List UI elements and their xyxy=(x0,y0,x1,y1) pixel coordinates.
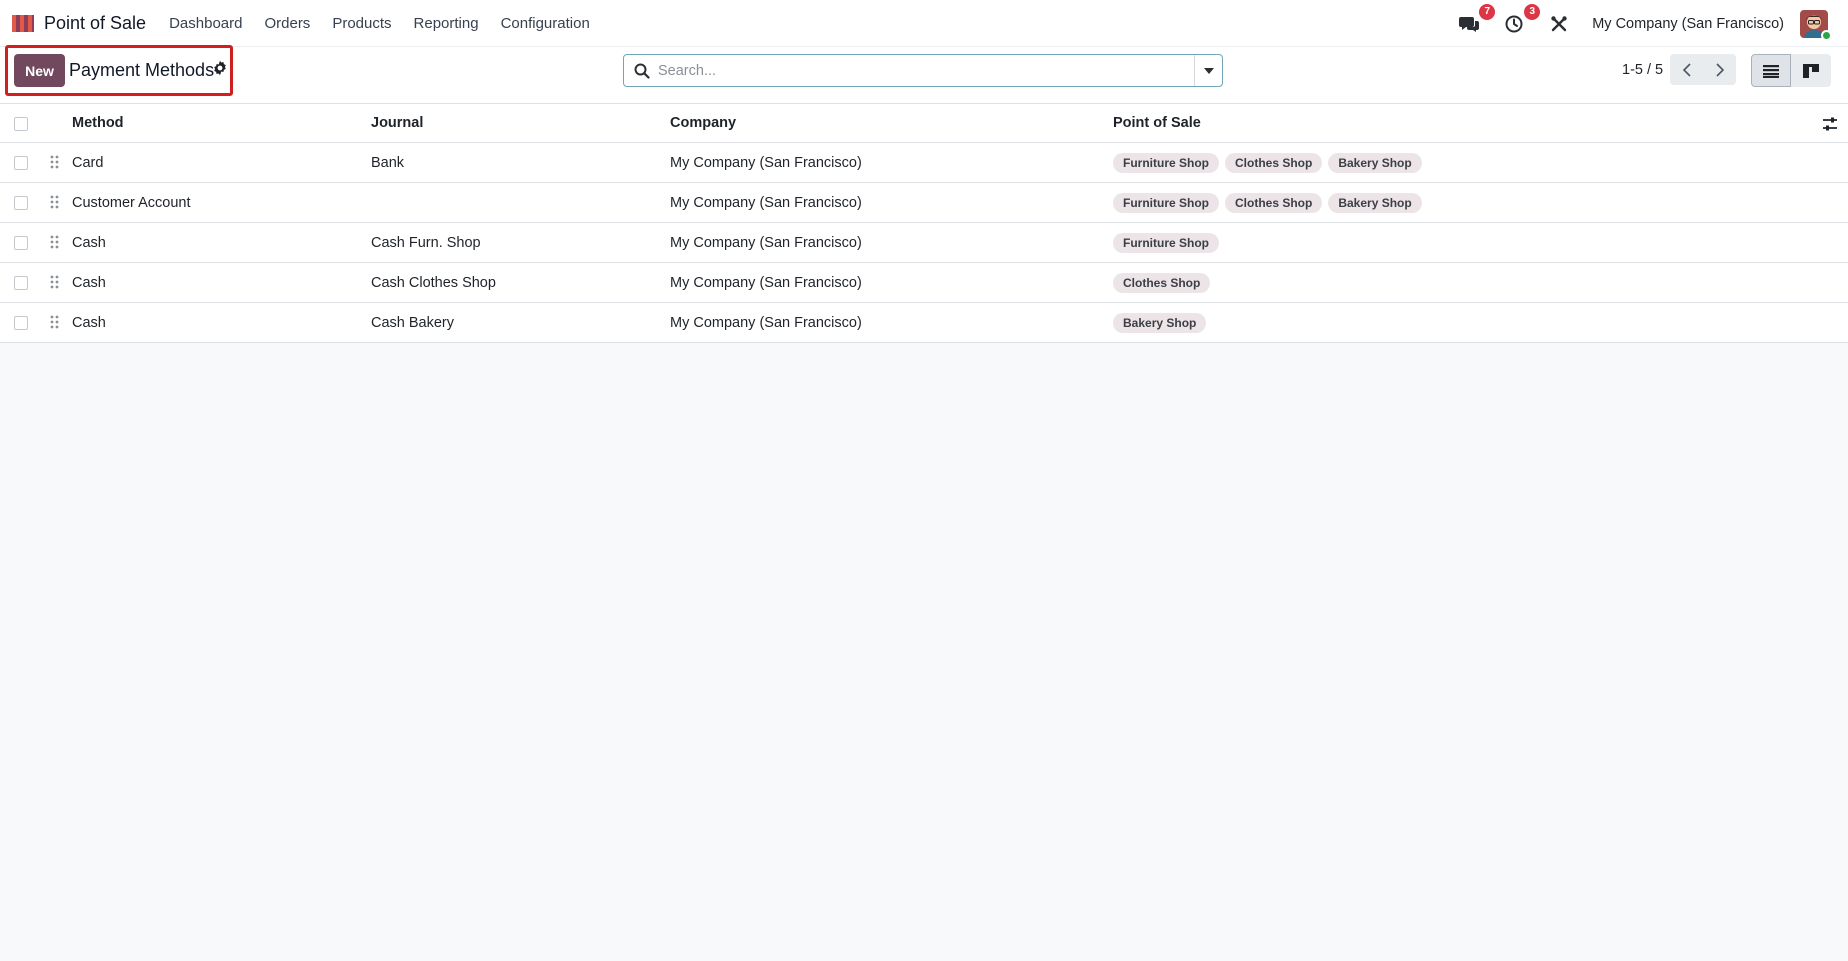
main-navbar: Point of Sale Dashboard Orders Products … xyxy=(0,0,1848,47)
table-row[interactable]: Cash Cash Bakery My Company (San Francisco… xyxy=(0,303,1848,343)
column-header-method[interactable]: Method xyxy=(72,104,124,143)
pos-tag: Furniture Shop xyxy=(1113,193,1219,213)
user-menu[interactable] xyxy=(1800,9,1832,41)
company-cell[interactable]: My Company (San Francisco) xyxy=(670,223,862,263)
online-status-dot xyxy=(1821,29,1832,41)
row-checkbox[interactable] xyxy=(14,316,28,330)
payment-methods-list: Method Journal Company Point of Sale Car… xyxy=(0,104,1848,343)
point-of-sale-cell[interactable]: Furniture Shop xyxy=(1113,223,1225,263)
pos-tag: Bakery Shop xyxy=(1328,153,1422,173)
table-row[interactable]: Customer Account My Company (San Francisc… xyxy=(0,183,1848,223)
method-cell[interactable]: Customer Account xyxy=(72,183,190,223)
point-of-sale-cell[interactable]: Bakery Shop xyxy=(1113,303,1212,343)
app-name: Point of Sale xyxy=(44,12,147,33)
clock-icon xyxy=(1505,15,1523,32)
company-cell[interactable]: My Company (San Francisco) xyxy=(670,143,862,183)
app-brand[interactable]: Point of Sale xyxy=(10,0,146,47)
top-menu: Dashboard Orders Products Reporting Conf… xyxy=(158,0,601,47)
method-cell[interactable]: Card xyxy=(72,143,103,183)
debug-tools-button[interactable] xyxy=(1547,12,1571,36)
drag-handle-icon[interactable] xyxy=(50,195,60,209)
row-checkbox[interactable] xyxy=(14,276,28,290)
column-header-journal[interactable]: Journal xyxy=(371,104,423,143)
search-bar xyxy=(623,54,1223,87)
company-cell[interactable]: My Company (San Francisco) xyxy=(670,303,862,343)
company-cell[interactable]: My Company (San Francisco) xyxy=(670,263,862,303)
column-header-point-of-sale[interactable]: Point of Sale xyxy=(1113,104,1201,143)
row-checkbox[interactable] xyxy=(14,236,28,250)
pager-previous-button[interactable] xyxy=(1670,54,1703,85)
messages-count-badge: 7 xyxy=(1479,3,1496,20)
method-cell[interactable]: Cash xyxy=(72,223,106,263)
company-switcher[interactable]: My Company (San Francisco) xyxy=(1592,16,1784,32)
kanban-view-icon xyxy=(1803,63,1819,78)
activities-button[interactable]: 3 xyxy=(1502,3,1541,36)
row-checkbox[interactable] xyxy=(14,196,28,210)
activities-count-badge: 3 xyxy=(1524,3,1541,20)
drag-handle-icon[interactable] xyxy=(50,235,60,249)
sliders-icon[interactable] xyxy=(1822,116,1838,132)
pos-tag: Furniture Shop xyxy=(1113,233,1219,253)
pos-tag: Bakery Shop xyxy=(1113,313,1207,333)
drag-handle-icon[interactable] xyxy=(50,275,60,289)
search-icon xyxy=(634,63,650,79)
control-panel: New Payment Methods 1-5 / 5 xyxy=(0,47,1848,104)
journal-cell[interactable]: Cash Furn. Shop xyxy=(371,223,481,263)
pos-tag: Clothes Shop xyxy=(1225,153,1323,173)
menu-products[interactable]: Products xyxy=(321,0,402,47)
chevron-left-icon xyxy=(1682,62,1691,77)
menu-configuration[interactable]: Configuration xyxy=(490,0,601,47)
table-row[interactable]: Cash Cash Clothes Shop My Company (San Fra… xyxy=(0,263,1848,303)
menu-reporting[interactable]: Reporting xyxy=(403,0,490,47)
chevron-right-icon xyxy=(1715,62,1724,77)
company-cell[interactable]: My Company (San Francisco) xyxy=(670,183,862,223)
journal-cell[interactable]: Bank xyxy=(371,143,404,183)
tools-cross-icon xyxy=(1551,15,1567,31)
method-cell[interactable]: Cash xyxy=(72,263,106,303)
menu-orders[interactable]: Orders xyxy=(253,0,321,47)
pos-tag: Clothes Shop xyxy=(1113,273,1211,293)
drag-handle-icon[interactable] xyxy=(50,315,60,329)
messages-button[interactable]: 7 xyxy=(1457,3,1496,36)
point-of-sale-cell[interactable]: Clothes Shop xyxy=(1113,263,1216,303)
table-body: Card Bank My Company (San Francisco) Furnit… xyxy=(0,143,1848,343)
list-view-button[interactable] xyxy=(1751,54,1791,87)
drag-handle-icon[interactable] xyxy=(50,155,60,169)
list-view-icon xyxy=(1763,64,1779,78)
journal-cell[interactable]: Cash Bakery xyxy=(371,303,454,343)
journal-cell[interactable]: Cash Clothes Shop xyxy=(371,263,496,303)
pos-tag: Clothes Shop xyxy=(1225,193,1323,213)
column-header-company[interactable]: Company xyxy=(670,104,736,143)
table-row[interactable]: Cash Cash Furn. Shop My Company (San Franc… xyxy=(0,223,1848,263)
search-options-toggle[interactable] xyxy=(1194,55,1222,86)
search-input[interactable] xyxy=(650,55,1194,86)
pos-awning-icon xyxy=(12,15,34,32)
chat-bubbles-icon xyxy=(1459,16,1480,32)
kanban-view-button[interactable] xyxy=(1791,54,1831,87)
pager-next-button[interactable] xyxy=(1703,54,1736,85)
navbar-systray: 7 3 My Company (San Francisco) xyxy=(1457,0,1848,47)
pos-tag: Furniture Shop xyxy=(1113,153,1219,173)
method-cell[interactable]: Cash xyxy=(72,303,106,343)
row-checkbox[interactable] xyxy=(14,156,28,170)
caret-down-icon xyxy=(1203,67,1214,74)
point-of-sale-cell[interactable]: Furniture Shop Clothes Shop Bakery Shop xyxy=(1113,143,1428,183)
menu-dashboard[interactable]: Dashboard xyxy=(158,0,253,47)
pager-value[interactable]: 1-5 / 5 xyxy=(1622,62,1663,78)
select-all-checkbox[interactable] xyxy=(14,117,28,131)
pos-tag: Bakery Shop xyxy=(1328,193,1422,213)
highlight-annotation xyxy=(5,45,233,96)
table-row[interactable]: Card Bank My Company (San Francisco) Furnit… xyxy=(0,143,1848,183)
table-header: Method Journal Company Point of Sale xyxy=(0,104,1848,143)
point-of-sale-cell[interactable]: Furniture Shop Clothes Shop Bakery Shop xyxy=(1113,183,1428,223)
